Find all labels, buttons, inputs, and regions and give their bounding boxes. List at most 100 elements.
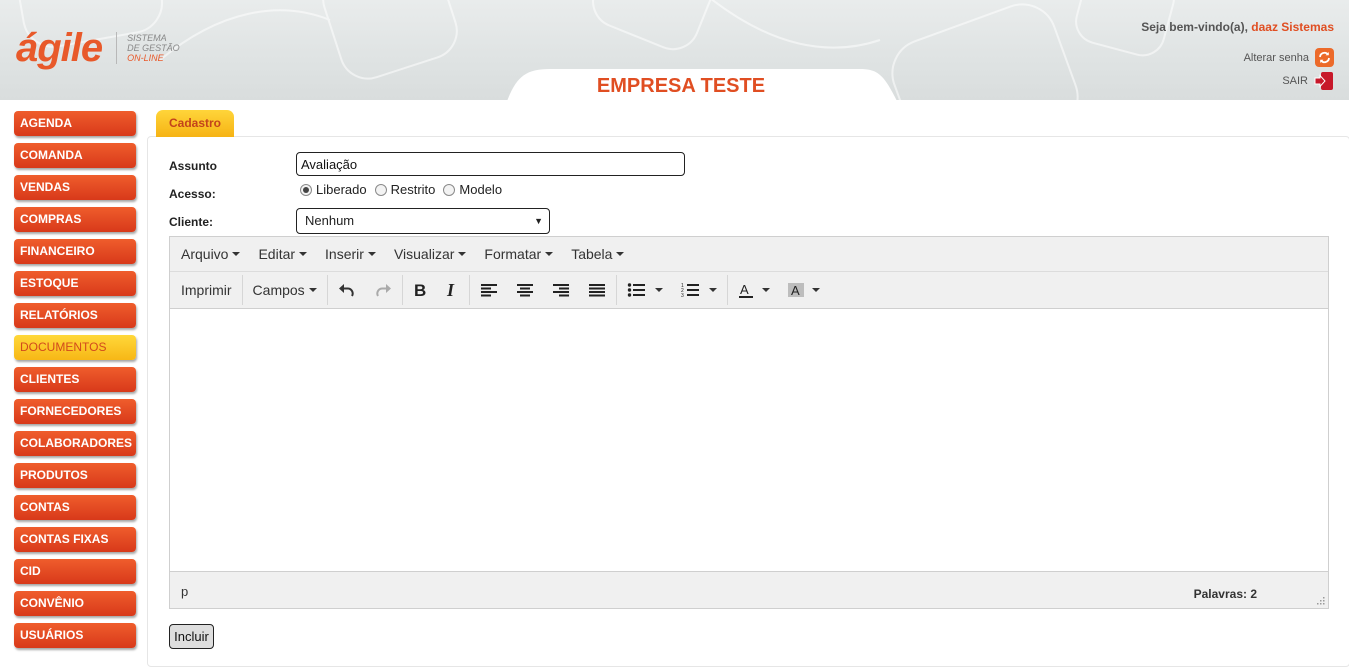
menu-tabela[interactable]: Tabela bbox=[562, 246, 633, 262]
logo-wordmark: ágile bbox=[16, 26, 103, 70]
svg-text:B: B bbox=[414, 282, 426, 298]
editor-menubar: Arquivo Editar Inserir Visualizar Format… bbox=[170, 237, 1328, 272]
nav-item-financeiro[interactable]: FINANCEIRO bbox=[14, 239, 136, 264]
radio-label: Restrito bbox=[390, 182, 436, 197]
nav-item-vendas[interactable]: VENDAS bbox=[14, 175, 136, 200]
client-select[interactable]: Nenhum ▼ bbox=[296, 208, 550, 234]
change-password-label: Alterar senha bbox=[1243, 51, 1309, 64]
resize-grip-icon[interactable] bbox=[1315, 595, 1325, 605]
logo-tagline: SISTEMA DE GESTÃO ON-LINE bbox=[127, 33, 180, 63]
caret-down-icon bbox=[308, 288, 317, 292]
undo-icon[interactable] bbox=[329, 276, 365, 304]
align-right-icon[interactable] bbox=[543, 276, 579, 304]
menu-label: Visualizar bbox=[393, 246, 455, 262]
radio-label: Modelo bbox=[459, 182, 503, 197]
menu-visualizar[interactable]: Visualizar bbox=[385, 246, 475, 262]
nav-item-usuarios[interactable]: USUÁRIOS bbox=[14, 623, 136, 648]
nav-item-convenio[interactable]: CONVÊNIO bbox=[14, 591, 136, 616]
bullet-list-icon[interactable] bbox=[618, 276, 672, 304]
logo-tagline-line: ON-LINE bbox=[127, 53, 164, 63]
company-name: EMPRESA TESTE bbox=[596, 75, 766, 97]
redo-icon[interactable] bbox=[365, 276, 401, 304]
caret-down-icon bbox=[232, 252, 241, 256]
fields-button[interactable]: Campos bbox=[244, 276, 326, 304]
editor-statusbar: p Palavras: 2 bbox=[170, 571, 1328, 608]
nav-item-colaboradores[interactable]: COLABORADORES bbox=[14, 431, 136, 456]
numbered-list-icon[interactable]: 123 bbox=[672, 276, 726, 304]
agile-logo: ágile SISTEMA DE GESTÃO ON-LINE bbox=[16, 28, 180, 68]
align-center-icon[interactable] bbox=[507, 276, 543, 304]
svg-text:A: A bbox=[740, 282, 749, 297]
radio-modelo[interactable]: Modelo bbox=[443, 182, 502, 197]
radio-label: Liberado bbox=[316, 182, 367, 197]
menu-label: Inserir bbox=[325, 246, 364, 262]
toolbar-divider bbox=[241, 275, 243, 305]
tab-cadastro[interactable]: Cadastro bbox=[156, 110, 234, 137]
nav-item-agenda[interactable]: AGENDA bbox=[14, 111, 136, 136]
italic-icon[interactable]: I bbox=[436, 276, 468, 304]
nav-item-contas-fixas[interactable]: CONTAS FIXAS bbox=[14, 527, 136, 552]
nav-item-relatorios[interactable]: RELATÓRIOS bbox=[14, 303, 136, 328]
nav-item-contas[interactable]: CONTAS bbox=[14, 495, 136, 520]
logout-link[interactable]: SAIR bbox=[1282, 71, 1334, 91]
radio-button[interactable] bbox=[374, 183, 387, 196]
menu-formatar[interactable]: Formatar bbox=[475, 246, 562, 262]
caret-down-icon bbox=[708, 288, 717, 292]
word-count: Palavras: 2 bbox=[1193, 587, 1257, 601]
nav-item-clientes[interactable]: CLIENTES bbox=[14, 367, 136, 392]
main-nav: AGENDA COMANDA VENDAS COMPRAS FINANCEIRO… bbox=[14, 111, 136, 655]
caret-down-icon bbox=[811, 288, 820, 292]
welcome-text: Seja bem-vindo(a), bbox=[1141, 20, 1248, 34]
align-left-icon[interactable] bbox=[471, 276, 507, 304]
refresh-icon[interactable] bbox=[1315, 48, 1334, 67]
caret-down-icon bbox=[616, 252, 625, 256]
caret-down-icon bbox=[654, 288, 663, 292]
nav-item-compras[interactable]: COMPRAS bbox=[14, 207, 136, 232]
nav-item-documentos[interactable]: DOCUMENTOS bbox=[14, 335, 136, 360]
editor-content-area[interactable] bbox=[170, 309, 1328, 571]
menu-inserir[interactable]: Inserir bbox=[316, 246, 385, 262]
menu-label: Tabela bbox=[571, 246, 613, 262]
menu-label: Editar bbox=[258, 246, 296, 262]
app-header: ágile SISTEMA DE GESTÃO ON-LINE EMPRESA … bbox=[0, 0, 1349, 100]
nav-item-cid[interactable]: CID bbox=[14, 559, 136, 584]
menu-editar[interactable]: Editar bbox=[249, 246, 316, 262]
toolbar-divider bbox=[615, 275, 617, 305]
radio-button[interactable] bbox=[443, 183, 456, 196]
logo-tagline-line: DE GESTÃO bbox=[127, 43, 180, 53]
client-label: Cliente: bbox=[169, 215, 214, 229]
background-color-icon[interactable]: A bbox=[779, 276, 829, 304]
change-password-link[interactable]: Alterar senha bbox=[1244, 48, 1334, 67]
client-selected-value: Nenhum bbox=[305, 213, 355, 228]
svg-text:3: 3 bbox=[681, 293, 684, 298]
nav-item-comanda[interactable]: COMANDA bbox=[14, 143, 136, 168]
nav-item-produtos[interactable]: PRODUTOS bbox=[14, 463, 136, 488]
editor-toolbar: Imprimir Campos B I 1 2 3 A A bbox=[170, 272, 1328, 309]
bold-icon[interactable]: B bbox=[404, 276, 436, 304]
nav-item-fornecedores[interactable]: FORNECEDORES bbox=[14, 399, 136, 424]
print-button[interactable]: Imprimir bbox=[172, 276, 241, 304]
element-path[interactable]: p bbox=[181, 584, 188, 599]
subject-input[interactable] bbox=[296, 152, 685, 176]
radio-restrito[interactable]: Restrito bbox=[374, 182, 436, 197]
menu-arquivo[interactable]: Arquivo bbox=[172, 246, 249, 262]
nav-item-estoque[interactable]: ESTOQUE bbox=[14, 271, 136, 296]
menu-label: Arquivo bbox=[181, 246, 229, 262]
fields-label: Campos bbox=[252, 282, 305, 298]
align-justify-icon[interactable] bbox=[579, 276, 615, 304]
user-name: daaz Sistemas bbox=[1251, 20, 1334, 34]
caret-down-icon bbox=[545, 252, 554, 256]
svg-text:A: A bbox=[791, 283, 800, 298]
dropdown-arrow-icon: ▼ bbox=[534, 216, 543, 226]
text-color-icon[interactable]: A bbox=[729, 276, 779, 304]
radio-button[interactable] bbox=[300, 183, 312, 196]
logout-icon[interactable] bbox=[1314, 71, 1334, 91]
include-button[interactable]: Incluir bbox=[169, 624, 214, 649]
svg-text:I: I bbox=[446, 282, 455, 298]
radio-liberado[interactable]: Liberado bbox=[300, 182, 367, 197]
rich-text-editor: Arquivo Editar Inserir Visualizar Format… bbox=[169, 236, 1329, 609]
toolbar-divider bbox=[468, 275, 470, 305]
caret-down-icon bbox=[458, 252, 467, 256]
logo-tagline-line: SISTEMA bbox=[127, 33, 167, 43]
caret-down-icon bbox=[367, 252, 376, 256]
